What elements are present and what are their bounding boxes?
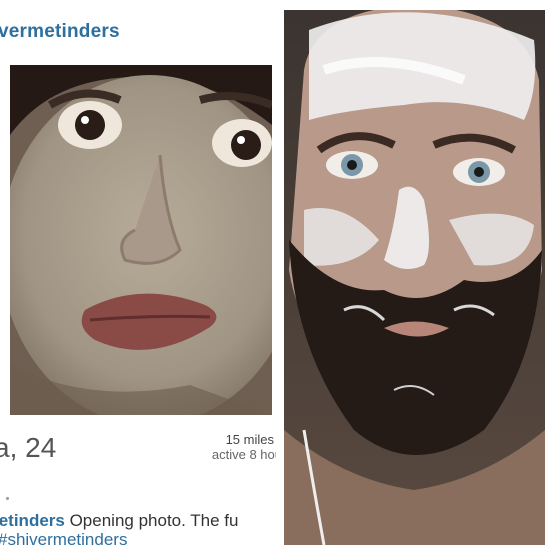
bullet-dot — [6, 497, 9, 500]
hashtag-link[interactable]: #shivermetinders — [0, 530, 127, 550]
distance-label: 15 miles — [225, 432, 274, 447]
photo-caption: ietinders Opening photo. The fu — [0, 511, 238, 531]
woman-face-mask-photo — [10, 65, 272, 415]
bearded-man-face-mask-photo — [284, 10, 545, 545]
caption-username[interactable]: ietinders — [0, 511, 65, 530]
profile-username[interactable]: vermetinders — [0, 21, 120, 43]
profile-name-age: a, 24 — [0, 432, 57, 463]
active-status: active 8 hou — [211, 447, 276, 462]
caption-text: Opening photo. The fu — [64, 511, 239, 530]
left-panel: vermetinders a, 24 15 miles active 8 hou… — [0, 0, 276, 555]
